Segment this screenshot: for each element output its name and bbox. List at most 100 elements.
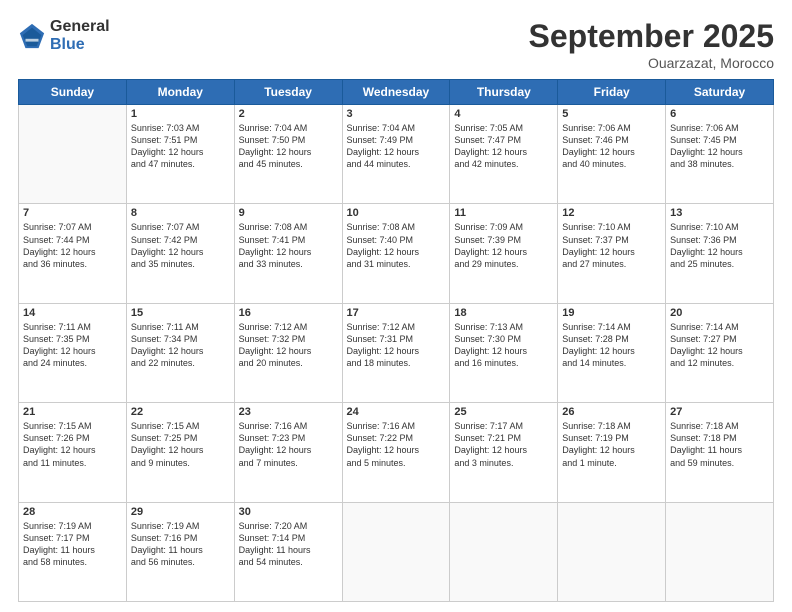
day-number: 23 — [239, 406, 338, 418]
day-number: 26 — [562, 406, 661, 418]
logo: General Blue — [18, 18, 110, 53]
day-info: Sunrise: 7:18 AM Sunset: 7:18 PM Dayligh… — [670, 420, 769, 469]
calendar-cell: 28 Sunrise: 7:19 AM Sunset: 7:17 PM Dayli… — [19, 502, 127, 601]
day-number: 21 — [23, 406, 122, 418]
logo-text-blue: Blue — [50, 36, 110, 54]
day-info: Sunrise: 7:04 AM Sunset: 7:50 PM Dayligh… — [239, 122, 338, 171]
calendar-cell — [342, 502, 450, 601]
calendar-cell: 15 Sunrise: 7:11 AM Sunset: 7:34 PM Dayli… — [126, 303, 234, 402]
calendar-cell: 6Sunrise: 7:06 AM Sunset: 7:45 PM Daylig… — [666, 105, 774, 204]
day-info: Sunrise: 7:07 AM Sunset: 7:42 PM Dayligh… — [131, 221, 230, 270]
page: General Blue September 2025 Ouarzazat, M… — [0, 0, 792, 612]
day-info: Sunrise: 7:11 AM Sunset: 7:34 PM Dayligh… — [131, 321, 230, 370]
calendar-cell: 22 Sunrise: 7:15 AM Sunset: 7:25 PM Dayli… — [126, 403, 234, 502]
calendar-cell: 13 Sunrise: 7:10 AM Sunset: 7:36 PM Dayli… — [666, 204, 774, 303]
calendar-cell: 8 Sunrise: 7:07 AM Sunset: 7:42 PM Daylig… — [126, 204, 234, 303]
day-number: 4 — [454, 108, 553, 120]
day-info: Sunrise: 7:08 AM Sunset: 7:40 PM Dayligh… — [347, 221, 446, 270]
day-info: Sunrise: 7:07 AM Sunset: 7:44 PM Dayligh… — [23, 221, 122, 270]
day-info: Sunrise: 7:08 AM Sunset: 7:41 PM Dayligh… — [239, 221, 338, 270]
day-number: 6 — [670, 108, 769, 120]
day-info: Sunrise: 7:12 AM Sunset: 7:32 PM Dayligh… — [239, 321, 338, 370]
calendar-cell: 20 Sunrise: 7:14 AM Sunset: 7:27 PM Dayli… — [666, 303, 774, 402]
calendar-cell: 29 Sunrise: 7:19 AM Sunset: 7:16 PM Dayli… — [126, 502, 234, 601]
day-info: Sunrise: 7:19 AM Sunset: 7:17 PM Dayligh… — [23, 520, 122, 569]
week-row-2: 14 Sunrise: 7:11 AM Sunset: 7:35 PM Dayli… — [19, 303, 774, 402]
day-number: 1 — [131, 108, 230, 120]
col-header-thursday: Thursday — [450, 80, 558, 105]
day-info: Sunrise: 7:03 AM Sunset: 7:51 PM Dayligh… — [131, 122, 230, 171]
day-number: 13 — [670, 207, 769, 219]
day-number: 2 — [239, 108, 338, 120]
day-number: 16 — [239, 307, 338, 319]
calendar-cell: 16 Sunrise: 7:12 AM Sunset: 7:32 PM Dayli… — [234, 303, 342, 402]
logo-text-general: General — [50, 18, 110, 36]
day-info: Sunrise: 7:17 AM Sunset: 7:21 PM Dayligh… — [454, 420, 553, 469]
month-title: September 2025 — [529, 18, 774, 55]
day-number: 20 — [670, 307, 769, 319]
calendar-cell: 10 Sunrise: 7:08 AM Sunset: 7:40 PM Dayli… — [342, 204, 450, 303]
calendar-cell: 23 Sunrise: 7:16 AM Sunset: 7:23 PM Dayli… — [234, 403, 342, 502]
day-number: 11 — [454, 207, 553, 219]
day-info: Sunrise: 7:14 AM Sunset: 7:28 PM Dayligh… — [562, 321, 661, 370]
day-number: 10 — [347, 207, 446, 219]
calendar-table: SundayMondayTuesdayWednesdayThursdayFrid… — [18, 79, 774, 602]
day-number: 7 — [23, 207, 122, 219]
col-header-friday: Friday — [558, 80, 666, 105]
calendar-cell: 30 Sunrise: 7:20 AM Sunset: 7:14 PM Dayli… — [234, 502, 342, 601]
day-number: 15 — [131, 307, 230, 319]
day-number: 29 — [131, 506, 230, 518]
day-info: Sunrise: 7:15 AM Sunset: 7:26 PM Dayligh… — [23, 420, 122, 469]
week-row-4: 28 Sunrise: 7:19 AM Sunset: 7:17 PM Dayli… — [19, 502, 774, 601]
day-number: 28 — [23, 506, 122, 518]
calendar-cell: 11 Sunrise: 7:09 AM Sunset: 7:39 PM Dayli… — [450, 204, 558, 303]
calendar-cell: 12 Sunrise: 7:10 AM Sunset: 7:37 PM Dayli… — [558, 204, 666, 303]
day-number: 22 — [131, 406, 230, 418]
day-info: Sunrise: 7:06 AM Sunset: 7:46 PM Dayligh… — [562, 122, 661, 171]
day-info: Sunrise: 7:09 AM Sunset: 7:39 PM Dayligh… — [454, 221, 553, 270]
day-info: Sunrise: 7:16 AM Sunset: 7:22 PM Dayligh… — [347, 420, 446, 469]
calendar-cell: 7 Sunrise: 7:07 AM Sunset: 7:44 PM Daylig… — [19, 204, 127, 303]
day-info: Sunrise: 7:16 AM Sunset: 7:23 PM Dayligh… — [239, 420, 338, 469]
calendar-header-row: SundayMondayTuesdayWednesdayThursdayFrid… — [19, 80, 774, 105]
logo-icon — [18, 22, 46, 50]
calendar-cell: 19 Sunrise: 7:14 AM Sunset: 7:28 PM Dayli… — [558, 303, 666, 402]
week-row-0: 1 Sunrise: 7:03 AM Sunset: 7:51 PM Daylig… — [19, 105, 774, 204]
day-number: 14 — [23, 307, 122, 319]
col-header-monday: Monday — [126, 80, 234, 105]
day-number: 12 — [562, 207, 661, 219]
day-info: Sunrise: 7:11 AM Sunset: 7:35 PM Dayligh… — [23, 321, 122, 370]
day-number: 19 — [562, 307, 661, 319]
calendar-cell: 27 Sunrise: 7:18 AM Sunset: 7:18 PM Dayli… — [666, 403, 774, 502]
calendar-cell: 1 Sunrise: 7:03 AM Sunset: 7:51 PM Daylig… — [126, 105, 234, 204]
day-info: Sunrise: 7:20 AM Sunset: 7:14 PM Dayligh… — [239, 520, 338, 569]
day-info: Sunrise: 7:10 AM Sunset: 7:36 PM Dayligh… — [670, 221, 769, 270]
day-number: 25 — [454, 406, 553, 418]
calendar-cell: 14 Sunrise: 7:11 AM Sunset: 7:35 PM Dayli… — [19, 303, 127, 402]
day-info: Sunrise: 7:19 AM Sunset: 7:16 PM Dayligh… — [131, 520, 230, 569]
day-number: 8 — [131, 207, 230, 219]
day-info: Sunrise: 7:15 AM Sunset: 7:25 PM Dayligh… — [131, 420, 230, 469]
day-number: 30 — [239, 506, 338, 518]
calendar-cell — [450, 502, 558, 601]
calendar-cell: 18Sunrise: 7:13 AM Sunset: 7:30 PM Dayli… — [450, 303, 558, 402]
calendar-cell: 24 Sunrise: 7:16 AM Sunset: 7:22 PM Dayli… — [342, 403, 450, 502]
col-header-wednesday: Wednesday — [342, 80, 450, 105]
calendar-cell — [558, 502, 666, 601]
day-info: Sunrise: 7:04 AM Sunset: 7:49 PM Dayligh… — [347, 122, 446, 171]
day-info: Sunrise: 7:18 AM Sunset: 7:19 PM Dayligh… — [562, 420, 661, 469]
day-info: Sunrise: 7:14 AM Sunset: 7:27 PM Dayligh… — [670, 321, 769, 370]
day-info: Sunrise: 7:12 AM Sunset: 7:31 PM Dayligh… — [347, 321, 446, 370]
week-row-1: 7 Sunrise: 7:07 AM Sunset: 7:44 PM Daylig… — [19, 204, 774, 303]
title-block: September 2025 Ouarzazat, Morocco — [529, 18, 774, 71]
calendar-cell: 3Sunrise: 7:04 AM Sunset: 7:49 PM Daylig… — [342, 105, 450, 204]
day-info: Sunrise: 7:10 AM Sunset: 7:37 PM Dayligh… — [562, 221, 661, 270]
day-number: 24 — [347, 406, 446, 418]
subtitle: Ouarzazat, Morocco — [529, 55, 774, 71]
calendar-cell: 9Sunrise: 7:08 AM Sunset: 7:41 PM Daylig… — [234, 204, 342, 303]
day-number: 27 — [670, 406, 769, 418]
day-info: Sunrise: 7:05 AM Sunset: 7:47 PM Dayligh… — [454, 122, 553, 171]
calendar-cell — [19, 105, 127, 204]
col-header-tuesday: Tuesday — [234, 80, 342, 105]
calendar-cell: 21 Sunrise: 7:15 AM Sunset: 7:26 PM Dayli… — [19, 403, 127, 502]
